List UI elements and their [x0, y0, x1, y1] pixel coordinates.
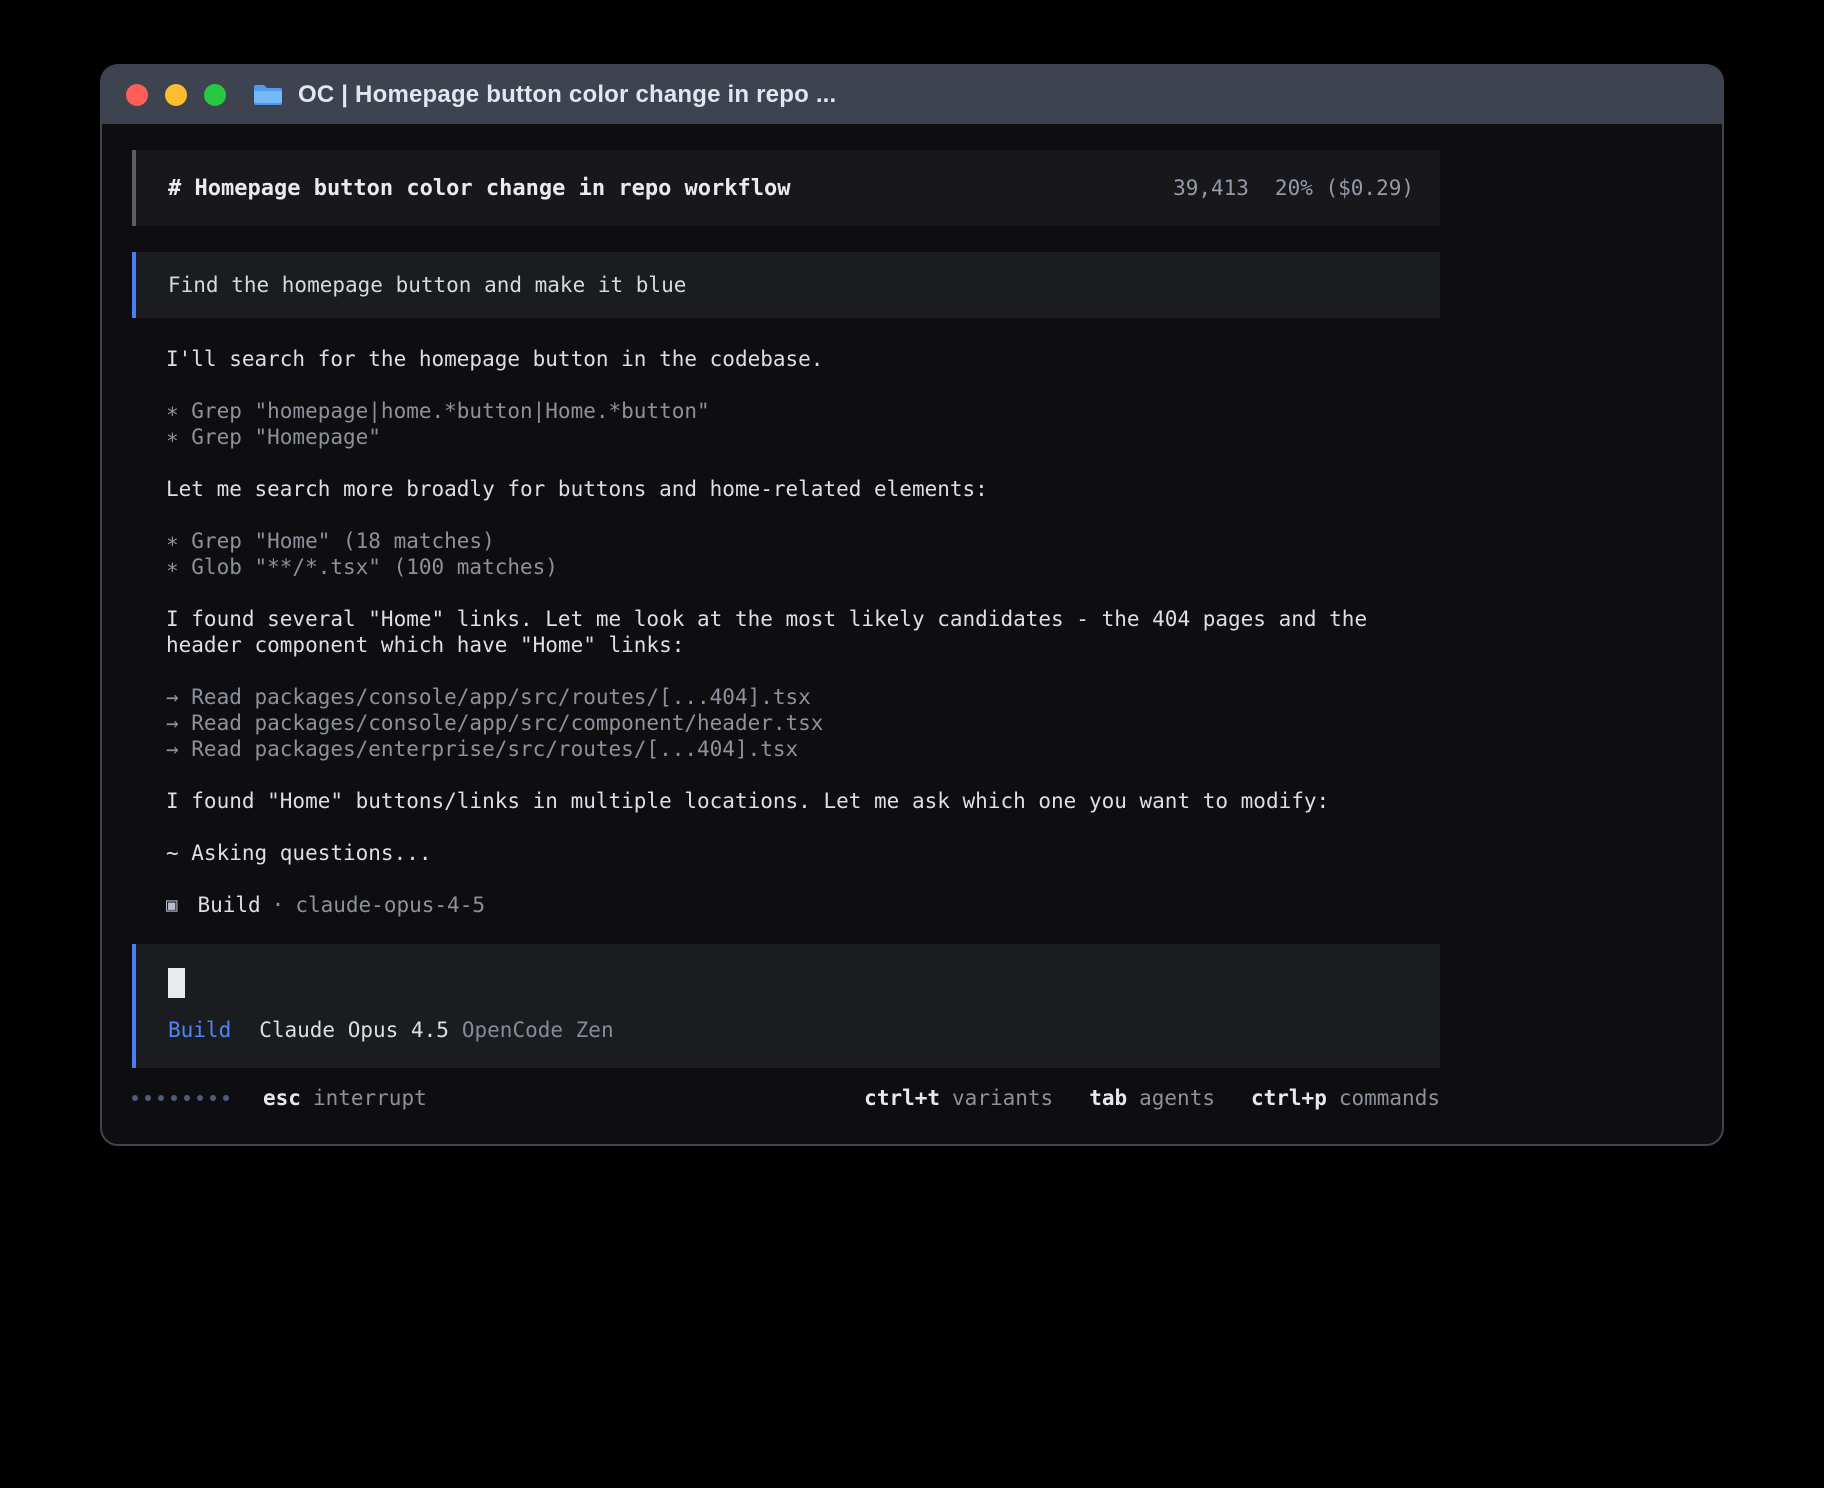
hint-commands: ctrl+p commands: [1251, 1086, 1440, 1110]
agent-model: claude-opus-4-5: [295, 892, 485, 918]
folder-icon: [252, 82, 284, 108]
terminal-window: OC | Homepage button color change in rep…: [100, 64, 1724, 1146]
hint-label: commands: [1339, 1086, 1440, 1110]
assistant-paragraph: I'll search for the homepage button in t…: [166, 346, 1396, 372]
hint-key: tab: [1089, 1086, 1127, 1110]
prompt-input[interactable]: Build Claude Opus 4.5 OpenCode Zen: [132, 944, 1440, 1068]
traffic-lights: [126, 84, 226, 106]
tool-call-glob: ∗ Glob "**/*.tsx" (100 matches): [166, 554, 1396, 580]
tool-call-read: → Read packages/console/app/src/componen…: [166, 710, 1396, 736]
tool-call-grep: ∗ Grep "homepage|home.*button|Home.*butt…: [166, 398, 1396, 424]
tool-call-grep: ∗ Grep "Home" (18 matches): [166, 528, 1396, 554]
hint-label: variants: [952, 1086, 1053, 1110]
esc-key: esc: [263, 1086, 301, 1110]
tool-call-grep: ∗ Grep "Homepage": [166, 424, 1396, 450]
input-provider-label: OpenCode Zen: [462, 1018, 614, 1042]
window-titlebar[interactable]: OC | Homepage button color change in rep…: [102, 66, 1722, 124]
session-header: # Homepage button color change in repo w…: [132, 150, 1440, 226]
agent-separator: ·: [272, 892, 285, 918]
input-meta: Build Claude Opus 4.5 OpenCode Zen: [168, 1018, 1414, 1042]
assistant-status-text: ~ Asking questions...: [166, 840, 1396, 866]
agent-square-icon: ▣: [166, 892, 177, 918]
window-title: OC | Homepage button color change in rep…: [298, 81, 836, 109]
tool-call-group: → Read packages/console/app/src/routes/[…: [166, 684, 1396, 762]
close-button[interactable]: [126, 84, 148, 106]
hint-key: ctrl+t: [864, 1086, 940, 1110]
input-model-label[interactable]: Claude Opus 4.5: [259, 1018, 449, 1042]
user-message-text: Find the homepage button and make it blu…: [168, 273, 686, 297]
status-bar: esc interrupt ctrl+t variants tab agents…: [132, 1084, 1440, 1112]
user-message: Find the homepage button and make it blu…: [132, 252, 1440, 318]
agent-status: ▣ Build · claude-opus-4-5: [166, 892, 1396, 918]
context-usage: 20% ($0.29): [1275, 176, 1414, 200]
tool-call-read: → Read packages/enterprise/src/routes/[.…: [166, 736, 1396, 762]
minimize-button[interactable]: [165, 84, 187, 106]
text-cursor: [168, 968, 185, 998]
esc-label: interrupt: [313, 1086, 427, 1110]
input-agent-label[interactable]: Build: [168, 1018, 231, 1042]
assistant-paragraph: I found several "Home" links. Let me loo…: [166, 606, 1396, 658]
assistant-transcript: I'll search for the homepage button in t…: [132, 346, 1440, 918]
assistant-paragraph: I found "Home" buttons/links in multiple…: [166, 788, 1396, 814]
hint-agents: tab agents: [1089, 1086, 1215, 1110]
token-count: 39,413: [1173, 176, 1249, 200]
hint-label: agents: [1139, 1086, 1215, 1110]
spinner-dots: [132, 1095, 229, 1101]
session-title: # Homepage button color change in repo w…: [168, 176, 791, 201]
tool-call-read: → Read packages/console/app/src/routes/[…: [166, 684, 1396, 710]
assistant-paragraph: Let me search more broadly for buttons a…: [166, 476, 1396, 502]
agent-name: Build: [197, 892, 260, 918]
tool-call-group: ∗ Grep "Home" (18 matches) ∗ Glob "**/*.…: [166, 528, 1396, 580]
hint-variants: ctrl+t variants: [864, 1086, 1053, 1110]
zoom-button[interactable]: [204, 84, 226, 106]
hint-key: ctrl+p: [1251, 1086, 1327, 1110]
tool-call-group: ∗ Grep "homepage|home.*button|Home.*butt…: [166, 398, 1396, 450]
